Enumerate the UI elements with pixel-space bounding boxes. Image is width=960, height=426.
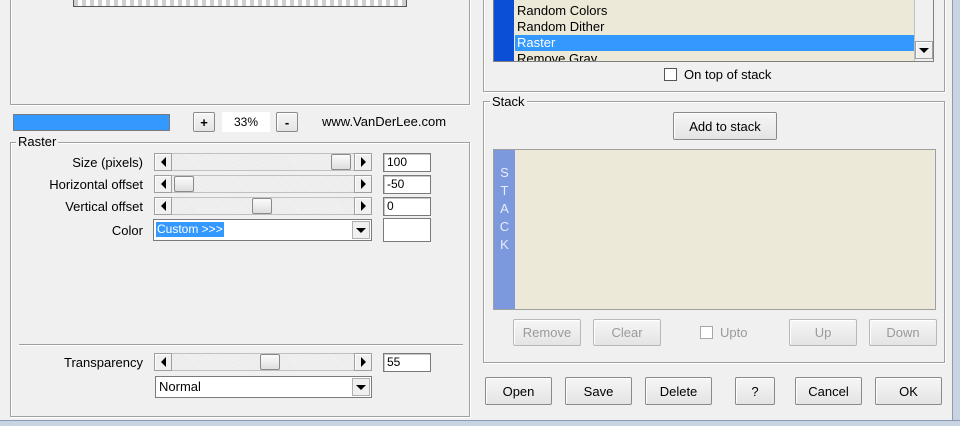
preview-panel: [10, 0, 470, 105]
vertical-offset-right-arrow[interactable]: [354, 197, 372, 215]
transparency-label: Transparency: [64, 355, 143, 370]
color-swatch[interactable]: [383, 218, 431, 242]
chevron-down-icon[interactable]: [915, 41, 933, 59]
remove-button[interactable]: Remove: [513, 319, 581, 346]
stack-letter: S: [500, 165, 509, 180]
up-button[interactable]: Up: [789, 319, 857, 346]
size-input[interactable]: 100: [383, 153, 431, 172]
color-label: Color: [111, 223, 143, 238]
vertical-offset-slider-thumb[interactable]: [252, 198, 272, 214]
stack-group-title: Stack: [490, 94, 527, 109]
upto-label: Upto: [720, 325, 748, 340]
size-label: Size (pixels): [72, 155, 143, 170]
divider: [19, 344, 463, 346]
vertical-offset-left-arrow[interactable]: [154, 197, 172, 215]
vertical-offset-input[interactable]: 0: [383, 197, 431, 216]
zoom-in-button[interactable]: +: [193, 112, 215, 132]
filter-list-scrollbar[interactable]: [914, 0, 933, 61]
stack-letter: T: [500, 183, 509, 198]
delete-button[interactable]: Delete: [645, 377, 712, 405]
add-to-stack-button[interactable]: Add to stack: [673, 112, 777, 140]
chevron-down-icon[interactable]: [352, 221, 370, 239]
window-border: [952, 0, 960, 426]
horizontal-offset-slider-thumb[interactable]: [174, 176, 194, 192]
transparency-left-arrow[interactable]: [154, 353, 172, 371]
size-slider[interactable]: [154, 153, 372, 171]
upto-checkbox[interactable]: [700, 326, 713, 339]
stack-list[interactable]: S T A C K: [493, 149, 936, 310]
stack-letter: K: [500, 237, 509, 252]
cancel-button[interactable]: Cancel: [795, 377, 862, 405]
horizontal-offset-right-arrow[interactable]: [354, 175, 372, 193]
raster-group-title: Raster: [16, 134, 59, 149]
size-right-arrow[interactable]: [354, 153, 372, 171]
down-button[interactable]: Down: [869, 319, 937, 346]
vertical-offset-label: Vertical offset: [65, 199, 143, 214]
chevron-down-icon[interactable]: [352, 378, 370, 396]
on-top-of-stack-label: On top of stack: [684, 67, 772, 82]
ok-button[interactable]: OK: [875, 377, 942, 405]
color-dropdown[interactable]: Custom >>>: [153, 219, 372, 241]
horizontal-offset-left-arrow[interactable]: [154, 175, 172, 193]
vertical-offset-slider[interactable]: [154, 197, 372, 215]
on-top-of-stack-checkbox[interactable]: [664, 68, 677, 81]
transparency-right-arrow[interactable]: [354, 353, 372, 371]
preview-image: [73, 0, 407, 7]
stack-side-bar: S T A C K: [494, 150, 515, 309]
list-item[interactable]: Random Dither: [515, 19, 915, 35]
horizontal-offset-input[interactable]: -50: [383, 175, 431, 194]
list-item[interactable]: Raster: [515, 35, 915, 51]
blend-mode-value: Normal: [159, 379, 201, 394]
save-button[interactable]: Save: [565, 377, 632, 405]
horizontal-offset-label: Horizontal offset: [49, 177, 143, 192]
progress-bar: [13, 114, 170, 131]
website-link[interactable]: www.VanDerLee.com: [322, 114, 446, 130]
size-slider-thumb[interactable]: [331, 154, 351, 170]
transparency-slider[interactable]: [154, 353, 372, 371]
list-item[interactable]: Remove Gray: [515, 51, 915, 61]
filter-list-stripe: [494, 0, 514, 61]
zoom-out-button[interactable]: -: [276, 112, 298, 132]
help-button[interactable]: ?: [735, 377, 775, 405]
transparency-slider-thumb[interactable]: [260, 354, 280, 370]
zoom-level: 33%: [222, 112, 270, 132]
list-item[interactable]: Random Colors: [515, 3, 915, 19]
window-border-bottom: [0, 420, 960, 426]
blend-mode-dropdown[interactable]: Normal: [155, 376, 372, 398]
stack-letter: C: [499, 219, 510, 234]
filter-list[interactable]: Random Colors Random Dither Raster Remov…: [493, 0, 934, 62]
stack-letter: A: [500, 201, 509, 216]
horizontal-offset-slider[interactable]: [154, 175, 372, 193]
transparency-input[interactable]: 55: [383, 353, 431, 372]
open-button[interactable]: Open: [485, 377, 552, 405]
clear-button[interactable]: Clear: [593, 319, 661, 346]
color-dropdown-value: Custom >>>: [156, 222, 224, 237]
size-left-arrow[interactable]: [154, 153, 172, 171]
